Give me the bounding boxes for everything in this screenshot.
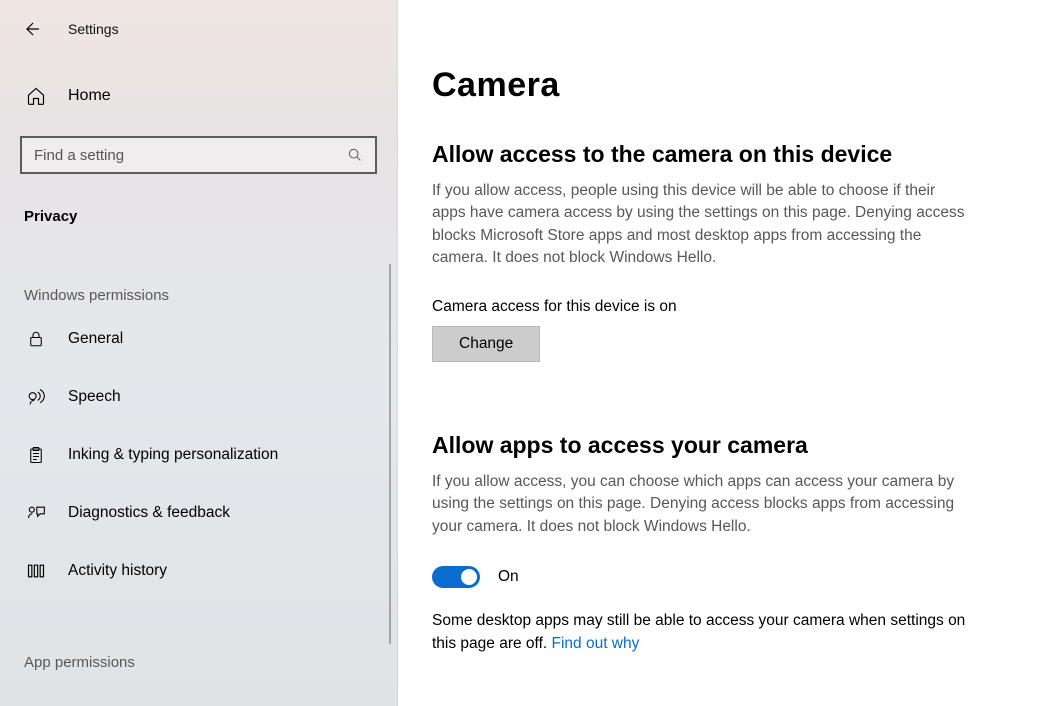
home-label: Home [68, 87, 111, 105]
sidebar-item-diagnostics[interactable]: Diagnostics & feedback [0, 484, 397, 542]
group-windows-permissions: Windows permissions [0, 225, 397, 310]
note-text: Some desktop apps may still be able to a… [432, 612, 965, 651]
section2-note: Some desktop apps may still be able to a… [432, 610, 972, 655]
sidebar-header: Settings [0, 0, 397, 46]
apps-access-toggle[interactable] [432, 566, 480, 588]
search-container [0, 112, 397, 174]
clipboard-icon [26, 445, 46, 465]
nav-label: Speech [68, 388, 121, 406]
home-icon [26, 86, 46, 106]
nav-label: Inking & typing personalization [68, 446, 278, 464]
sidebar: Settings Home Privacy Windows permission… [0, 0, 398, 706]
search-box[interactable] [20, 136, 377, 174]
section2-heading: Allow apps to access your camera [432, 432, 1013, 459]
find-out-why-link[interactable]: Find out why [552, 635, 640, 652]
activity-icon [26, 561, 46, 581]
search-input[interactable] [34, 147, 347, 164]
toggle-row: On [432, 566, 1013, 588]
back-icon[interactable] [24, 20, 42, 38]
page-title: Camera [432, 66, 1013, 105]
feedback-icon [26, 503, 46, 523]
section1-heading: Allow access to the camera on this devic… [432, 141, 1013, 168]
sidebar-item-speech[interactable]: Speech [0, 368, 397, 426]
section1-desc: If you allow access, people using this d… [432, 180, 972, 270]
sidebar-item-inking[interactable]: Inking & typing personalization [0, 426, 397, 484]
toggle-knob [461, 569, 477, 585]
nav-label: Diagnostics & feedback [68, 504, 230, 522]
nav-label: Activity history [68, 562, 167, 580]
change-button[interactable]: Change [432, 326, 540, 362]
group-app-permissions: App permissions [0, 600, 397, 677]
sidebar-item-home[interactable]: Home [0, 46, 397, 112]
lock-icon [26, 329, 46, 349]
speech-icon [26, 387, 46, 407]
section1-status: Camera access for this device is on [432, 298, 1013, 316]
section2-desc: If you allow access, you can choose whic… [432, 471, 972, 538]
category-title: Privacy [0, 174, 397, 225]
toggle-label: On [498, 568, 519, 586]
sidebar-item-general[interactable]: General [0, 310, 397, 368]
search-icon [347, 147, 363, 163]
main-content: Camera Allow access to the camera on thi… [398, 0, 1053, 706]
nav-label: General [68, 330, 123, 348]
sidebar-item-activity[interactable]: Activity history [0, 542, 397, 600]
scrollbar[interactable] [389, 264, 391, 644]
app-title: Settings [68, 21, 119, 37]
